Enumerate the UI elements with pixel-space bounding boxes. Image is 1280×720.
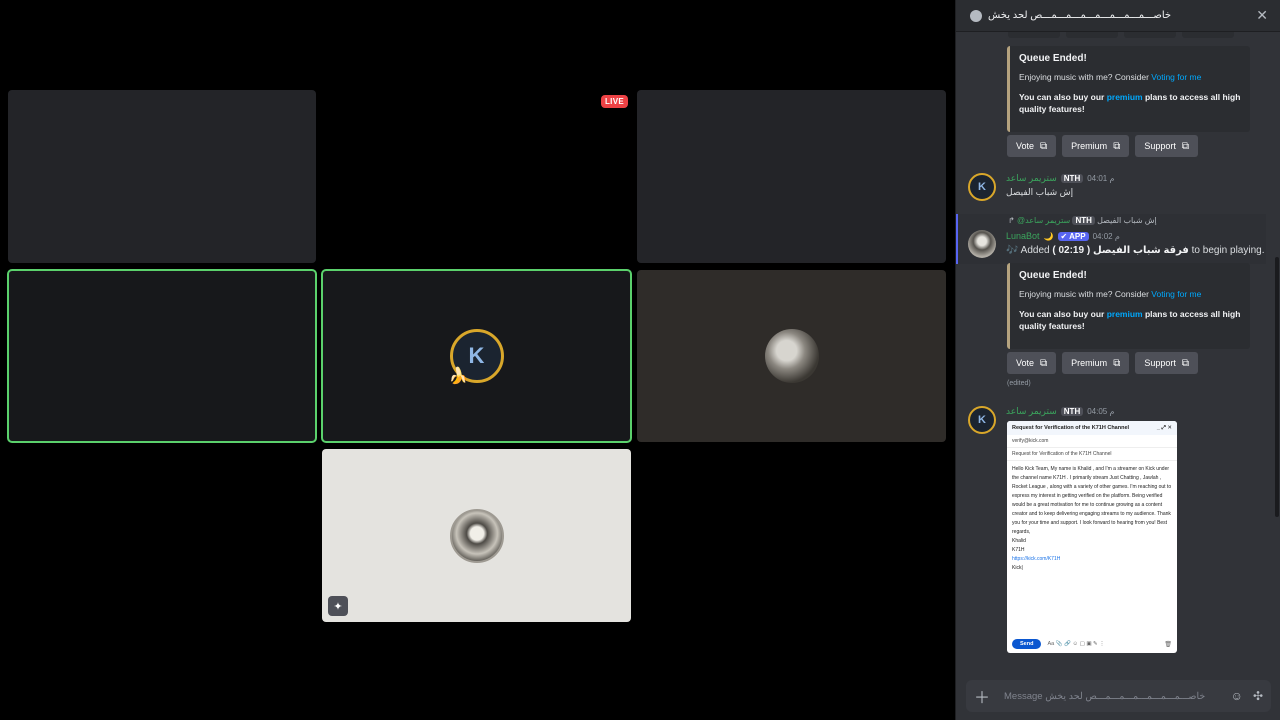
support-button[interactable]: Support ⧉: [1135, 352, 1198, 374]
format-icons: Aa 📎 🔗 ☺ ▢ ▣ ✎ ⋮: [1047, 641, 1105, 647]
vote-button[interactable]: Vote ⧉: [1007, 352, 1057, 374]
video-tile-k-avatar[interactable]: K 🍌: [321, 269, 632, 443]
timestamp: 04:01 م: [1087, 174, 1115, 183]
avatar[interactable]: [968, 230, 996, 258]
chat-bubble-icon: [970, 9, 982, 22]
trash-icon: 🗑: [1164, 641, 1172, 648]
sparkle-icon[interactable]: ✦: [328, 596, 348, 616]
email-body: Hello Kick Team, My name is Khalid , and…: [1012, 466, 1172, 571]
premium-button[interactable]: Premium ⧉: [1062, 352, 1130, 374]
edited-label: (edited): [1007, 380, 1031, 387]
message-header: ستريمر ساعد NTH 04:01 م: [1006, 173, 1114, 184]
user-avatar: [449, 508, 504, 563]
embed-title: Queue Ended!: [1019, 270, 1087, 281]
embed-line: Enjoying music with me? Consider Voting …: [1019, 72, 1202, 82]
premium-button[interactable]: Premium ⧉: [1062, 135, 1130, 157]
email-window-header: Request for Verification of the K71H Cha…: [1007, 421, 1177, 435]
email-toolbar: Send Aa 📎 🔗 ☺ ▢ ▣ ✎ ⋮ 🗑: [1012, 639, 1172, 649]
video-tile-moon-avatar[interactable]: [637, 270, 946, 442]
apps-icon[interactable]: ✣: [1253, 689, 1263, 703]
chat-panel: خاصـــمـــمـــمـــمـــمـــمـــمـــص لحد …: [955, 0, 1280, 720]
vote-button[interactable]: Vote ⧉: [1007, 135, 1057, 157]
username[interactable]: ستريمر ساعد: [1006, 173, 1057, 184]
avatar[interactable]: K: [968, 173, 996, 201]
embed-title: Queue Ended!: [1019, 53, 1087, 64]
chat-title: خاصـــمـــمـــمـــمـــمـــمـــمـــص لحد …: [988, 10, 1172, 21]
queue-embed: Queue Ended! Enjoying music with me? Con…: [1007, 46, 1250, 132]
message-text: 🎶 Added ( 02:19 ) فرقة شباب الفيصل to be…: [1006, 245, 1265, 256]
image-attachment[interactable]: Request for Verification of the K71H Cha…: [1007, 421, 1177, 653]
guild-tag: NTH: [1060, 407, 1084, 416]
message-header: LunaBot 🌙 ✔ APP 04:02 م: [1006, 231, 1120, 241]
user-avatar: [764, 329, 819, 383]
banana-icon: 🍌: [448, 368, 469, 385]
timestamp: 04:05 م: [1087, 407, 1115, 416]
email-to: verify@kick.com: [1007, 435, 1177, 448]
user-avatar: K 🍌: [448, 329, 504, 385]
support-button[interactable]: Support ⧉: [1135, 135, 1198, 157]
message-header: ستريمر ساعد NTH 04:05 م: [1006, 406, 1114, 417]
premium-link[interactable]: premium: [1107, 92, 1143, 102]
embed-line: You can also buy our premium plans to ac…: [1019, 92, 1241, 114]
external-link-icon: ⧉: [1040, 357, 1048, 369]
reply-preview[interactable]: ↱ @ستريمر ساعد NTH إش شباب الفيصل: [1008, 216, 1157, 225]
close-icon[interactable]: ✕: [1256, 7, 1268, 24]
queue-embed: Queue Ended! Enjoying music with me? Con…: [1007, 263, 1250, 349]
app-tag: ✔ APP: [1057, 231, 1089, 241]
embed-line: Enjoying music with me? Consider Voting …: [1019, 289, 1202, 299]
timestamp: 04:02 م: [1092, 231, 1120, 241]
chat-message[interactable]: K ستريمر ساعد NTH 04:01 م إش شباب الفيصل: [968, 173, 1271, 207]
guild-tag: NTH: [1060, 174, 1084, 183]
video-tile-empty[interactable]: [8, 90, 316, 263]
video-tile-empty[interactable]: [637, 90, 946, 263]
moon-icon: 🌙: [1043, 231, 1054, 241]
external-link-icon: ⧉: [1040, 140, 1048, 152]
external-link-icon: ⧉: [1113, 140, 1121, 152]
cut-off-buttons: [1008, 32, 1234, 38]
message-input[interactable]: [994, 690, 1221, 702]
avatar[interactable]: K: [968, 406, 996, 434]
external-link-icon: ⧉: [1113, 357, 1121, 369]
external-link-icon: ⧉: [1181, 140, 1189, 152]
video-tile-hood-avatar[interactable]: ✦: [322, 449, 631, 622]
emoji-icon[interactable]: ☺: [1231, 689, 1243, 703]
embed-buttons: Vote ⧉ Premium ⧉ Support ⧉: [1007, 352, 1198, 374]
premium-link[interactable]: premium: [1107, 309, 1143, 319]
external-link-icon: ⧉: [1181, 357, 1189, 369]
plus-icon[interactable]: ＋: [974, 684, 994, 708]
video-tile-live[interactable]: [322, 90, 631, 263]
message-composer: ＋ ☺ ✣: [966, 680, 1271, 712]
chat-header: خاصـــمـــمـــمـــمـــمـــمـــمـــص لحد …: [956, 0, 1280, 32]
email-subject: Request for Verification of the K71H Cha…: [1007, 448, 1177, 461]
vote-link[interactable]: Voting for me: [1151, 72, 1201, 82]
message-text: إش شباب الفيصل: [1006, 187, 1074, 197]
username[interactable]: LunaBot: [1006, 231, 1040, 241]
username[interactable]: ستريمر ساعد: [1006, 406, 1057, 417]
vote-link[interactable]: Voting for me: [1151, 289, 1201, 299]
chat-message[interactable]: ↱ @ستريمر ساعد NTH إش شباب الفيصل LunaBo…: [968, 216, 1271, 264]
embed-buttons: Vote ⧉ Premium ⧉ Support ⧉: [1007, 135, 1198, 157]
video-tile-speaking[interactable]: [7, 269, 317, 443]
video-stage: LIVE K 🍌 ✦: [0, 0, 955, 720]
scrollbar[interactable]: [1275, 257, 1279, 517]
live-badge: LIVE: [601, 95, 628, 108]
message-list[interactable]: Queue Ended! Enjoying music with me? Con…: [956, 32, 1280, 672]
embed-line: You can also buy our premium plans to ac…: [1019, 309, 1241, 331]
send-button: Send: [1012, 639, 1042, 649]
